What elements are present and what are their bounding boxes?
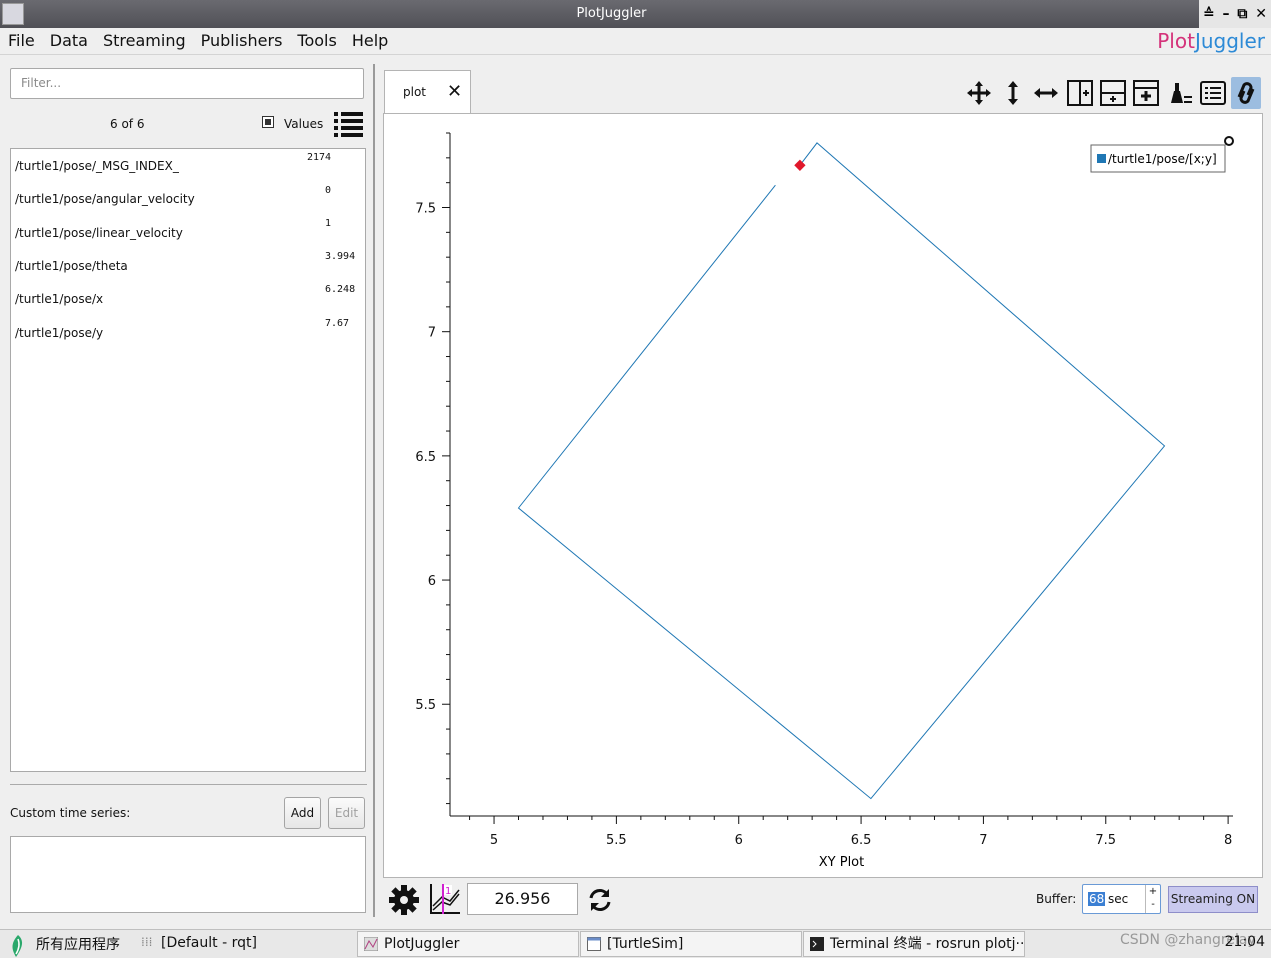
topic-value: 3.994 <box>325 251 356 262</box>
zoom-horizontal-icon[interactable] <box>1031 77 1061 109</box>
topic-row[interactable]: /turtle1/pose/theta <box>15 259 128 273</box>
values-checkbox[interactable] <box>262 116 274 128</box>
custom-series-list[interactable] <box>10 836 366 913</box>
minimize-icon[interactable]: – <box>1223 6 1230 22</box>
panel-splitter[interactable] <box>373 64 375 917</box>
gear-icon[interactable] <box>388 884 420 916</box>
task-terminal[interactable]: Terminal 终端 - rosrun plotj··· <box>803 931 1025 957</box>
custom-series-label: Custom time series: <box>10 806 131 820</box>
clear-icon[interactable] <box>1165 77 1195 109</box>
y-tick-label: 6.5 <box>415 450 436 465</box>
buffer-label: Buffer: <box>1036 892 1077 906</box>
menu-file[interactable]: File <box>0 28 42 52</box>
terminal-icon <box>810 937 824 951</box>
plotjuggler-icon <box>364 937 378 951</box>
start-menu-button[interactable]: 所有应用程序 <box>6 933 120 957</box>
task-turtlesim[interactable]: [TurtleSim] <box>580 931 802 957</box>
topic-row[interactable]: /turtle1/pose/y <box>15 326 103 340</box>
topic-row[interactable]: /turtle1/pose/linear_velocity <box>15 226 183 240</box>
x-tick-label: 6 <box>735 833 743 848</box>
panel-divider <box>10 784 367 785</box>
link-icon[interactable] <box>1231 77 1261 109</box>
add-plot-icon[interactable] <box>1131 77 1161 109</box>
close-icon[interactable]: ✕ <box>447 81 462 102</box>
tab-label: plot <box>403 85 426 99</box>
window-icon <box>587 937 601 951</box>
menu-bar: File Data Streaming Publishers Tools Help Plo… <box>0 28 1271 55</box>
buffer-spinbox[interactable]: 68 sec + - <box>1082 884 1161 914</box>
taskbar: 所有应用程序 ⁞⁞⁞ [Default - rqt] PlotJuggler [… <box>0 929 1271 958</box>
time-tracker-icon[interactable]: 1 <box>428 882 462 916</box>
edit-button[interactable]: Edit <box>328 797 365 829</box>
topic-row[interactable]: /turtle1/pose/_MSG_INDEX_ <box>15 159 179 173</box>
sync-icon[interactable] <box>586 886 614 914</box>
window-title: PlotJuggler <box>576 6 647 21</box>
split-horizontal-icon[interactable] <box>1065 77 1095 109</box>
menu-data[interactable]: Data <box>42 28 95 52</box>
list-view-icon[interactable] <box>334 110 364 138</box>
menu-publishers[interactable]: Publishers <box>193 28 290 52</box>
window-controls: ≙ – ⧉ ✕ <box>1199 0 1271 28</box>
topic-value: 6.248 <box>325 284 356 295</box>
x-tick-label: 5 <box>490 833 498 848</box>
topic-row[interactable]: /turtle1/pose/x <box>15 292 103 306</box>
x-axis-label: XY Plot <box>819 855 864 870</box>
x-tick-label: 8 <box>1224 833 1232 848</box>
plotjuggler-logo: PlotJuggler <box>1157 29 1265 53</box>
x-tick-label: 5.5 <box>606 833 627 848</box>
tab-plot[interactable]: plot ✕ <box>384 70 471 114</box>
app-menu-icon <box>12 935 23 957</box>
topic-row[interactable]: /turtle1/pose/angular_velocity <box>15 192 195 206</box>
topic-value: 7.67 <box>325 318 350 329</box>
menu-streaming[interactable]: Streaming <box>95 28 193 52</box>
current-point-marker <box>794 159 806 171</box>
maximize-icon[interactable]: ⧉ <box>1237 6 1247 22</box>
buffer-spin-arrows[interactable]: + - <box>1145 885 1160 913</box>
title-bar: PlotJuggler ≙ – ⧉ ✕ <box>0 0 1271 28</box>
topic-value: 1 <box>325 218 332 229</box>
legend-swatch <box>1097 154 1106 163</box>
streaming-button[interactable]: Streaming ON <box>1168 886 1258 913</box>
filter-input[interactable]: Filter... <box>10 68 364 99</box>
task-plotjuggler[interactable]: PlotJuggler <box>357 931 579 957</box>
topic-tree[interactable]: /turtle1/pose/_MSG_INDEX_ 2174 /turtle1/… <box>10 148 366 772</box>
y-tick-label: 7.5 <box>415 202 436 217</box>
plot-legend[interactable]: /turtle1/pose/[x;y] <box>1090 144 1226 173</box>
x-tick-label: 7.5 <box>1095 833 1116 848</box>
svg-text:1: 1 <box>445 886 451 897</box>
y-tick-label: 7 <box>428 326 436 341</box>
x-tick-label: 6.5 <box>851 833 872 848</box>
buffer-value[interactable]: 68 <box>1088 892 1106 906</box>
menu-tools[interactable]: Tools <box>289 28 343 52</box>
zoom-vertical-icon[interactable] <box>998 77 1028 109</box>
task-rqt[interactable]: ⁞⁞⁞ [Default - rqt] <box>135 931 355 957</box>
series-line <box>517 142 1166 800</box>
shade-icon[interactable]: ≙ <box>1203 6 1215 22</box>
menu-help[interactable]: Help <box>344 28 395 52</box>
split-vertical-icon[interactable] <box>1098 77 1128 109</box>
buffer-unit: sec <box>1108 892 1129 906</box>
legend-entry: /turtle1/pose/[x;y] <box>1108 152 1217 166</box>
legend-handle[interactable] <box>1224 136 1234 146</box>
xy-plot[interactable]: 5 5.5 6 6.5 7 7.5 8 5.5 6 6.5 7 7.5 XY Plot /turtle… <box>383 113 1263 878</box>
legend-icon[interactable] <box>1198 77 1228 109</box>
topic-value: 0 <box>325 185 332 196</box>
topic-value: 2174 <box>307 152 332 163</box>
time-field[interactable]: 26.956 <box>467 883 578 915</box>
grid-icon: ⁞⁞⁞ <box>141 935 153 949</box>
series-count: 6 of 6 <box>110 117 145 131</box>
clock: 21:04 <box>1224 934 1265 950</box>
y-tick-label: 6 <box>428 574 436 589</box>
plot-toolbar <box>964 77 1264 109</box>
y-tick-label: 5.5 <box>415 698 436 713</box>
move-icon[interactable] <box>964 77 994 109</box>
values-label: Values <box>284 117 324 131</box>
add-button[interactable]: Add <box>284 797 321 829</box>
x-tick-label: 7 <box>979 833 987 848</box>
close-icon[interactable]: ✕ <box>1255 6 1267 22</box>
